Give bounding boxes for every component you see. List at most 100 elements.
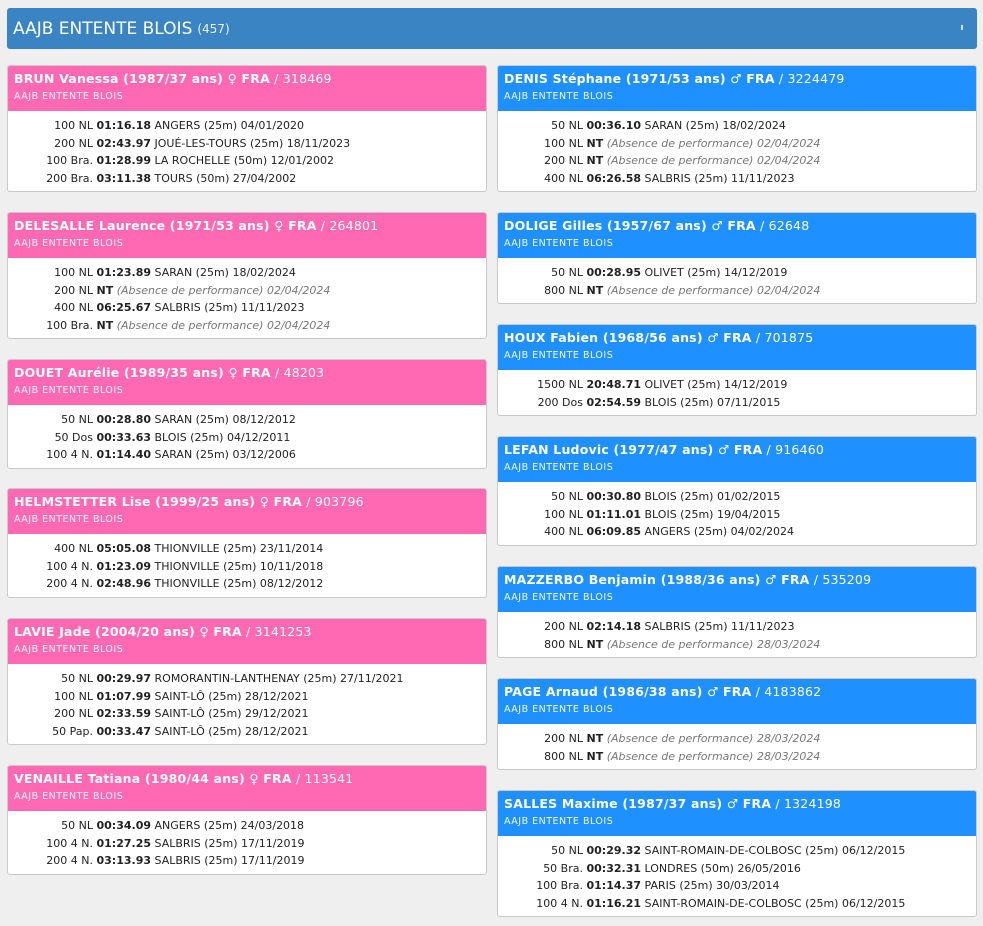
swimmer-name[interactable]: HELMSTETTER Lise (1999/25 ans) ♀ FRA — [14, 494, 302, 509]
event-time: NT — [586, 749, 604, 763]
event-name: 200 NL — [544, 732, 583, 745]
swimmer-club: AAJB ENTENTE BLOIS — [14, 644, 124, 655]
swimmer-name[interactable]: LAVIE Jade (2004/20 ans) ♀ FRA — [14, 624, 242, 639]
swimmer-name-line[interactable]: LAVIE Jade (2004/20 ans) ♀ FRA / 3141253 — [14, 624, 480, 639]
performance-row: 200 NL 02:43.97 JOUÉ-LES-TOURS (25m) 18/… — [8, 135, 486, 153]
swimmer-name[interactable]: LEFAN Ludovic (1977/47 ans) ♂ FRA — [504, 442, 762, 457]
license-number: 113541 — [304, 771, 354, 786]
absence-note: (Absence de performance) 02/04/2024 — [606, 154, 821, 167]
swimmer-club: AAJB ENTENTE BLOIS — [14, 514, 124, 525]
meet-info: SARAN (25m) 08/12/2012 — [154, 413, 296, 426]
meet-info: THIONVILLE (25m) 10/11/2018 — [154, 559, 324, 573]
swimmer-card: LEFAN Ludovic (1977/47 ans) ♂ FRA / 9164… — [497, 436, 977, 546]
meet-info: SARAN (25m) 18/02/2024 — [644, 119, 786, 132]
swimmer-card: MAZZERBO Benjamin (1988/36 ans) ♂ FRA / … — [497, 566, 977, 658]
swimmer-name[interactable]: SALLES Maxime (1987/37 ans) ♂ FRA — [504, 796, 771, 811]
absence-note: (Absence de performance) 02/04/2024 — [606, 136, 821, 150]
performance-row: 50 NL 00:29.32 SAINT-ROMAIN-DE-COLBOSC (… — [498, 842, 976, 860]
event-time: NT — [586, 283, 604, 297]
swimmer-name-line[interactable]: HELMSTETTER Lise (1999/25 ans) ♀ FRA / 9… — [14, 494, 480, 509]
event-time: 01:11.01 — [586, 507, 642, 521]
swimmer-name[interactable]: VENAILLE Tatiana (1980/44 ans) ♀ FRA — [14, 771, 292, 786]
swimmer-club: AAJB ENTENTE BLOIS — [504, 238, 614, 249]
swimmer-club: AAJB ENTENTE BLOIS — [14, 791, 124, 802]
event-name: 200 4 N. — [46, 854, 93, 867]
meet-info: ANGERS (25m) 04/02/2024 — [644, 525, 795, 538]
meet-info: BLOIS (25m) 04/12/2011 — [154, 430, 291, 444]
event-name: 100 NL — [544, 507, 583, 521]
event-time: NT — [96, 318, 114, 332]
swimmer-card: DENIS Stéphane (1971/53 ans) ♂ FRA / 322… — [497, 65, 977, 192]
swimmer-name[interactable]: DOUET Aurélie (1989/35 ans) ♀ FRA — [14, 365, 271, 380]
event-name: 50 NL — [61, 672, 93, 685]
name-separator: / — [755, 218, 769, 233]
meet-info: SAINT-LÔ (25m) 28/12/2021 — [154, 724, 309, 738]
license-number: 48203 — [283, 365, 325, 380]
event-name: 50 Bra. — [543, 861, 583, 875]
swimmer-card-header: HOUX Fabien (1968/56 ans) ♂ FRA / 701875… — [498, 325, 976, 370]
meet-info: JOUÉ-LES-TOURS (25m) 18/11/2023 — [154, 136, 351, 150]
event-name: 100 4 N. — [46, 836, 93, 850]
swimmer-name-line[interactable]: SALLES Maxime (1987/37 ans) ♂ FRA / 1324… — [504, 796, 970, 811]
performance-row: 100 4 N. 01:27.25 SALBRIS (25m) 17/11/20… — [8, 835, 486, 853]
event-name: 100 NL — [544, 136, 583, 150]
swimmer-name[interactable]: PAGE Arnaud (1986/38 ans) ♂ FRA — [504, 684, 751, 699]
performance-row: 200 NL NT (Absence de performance) 28/03… — [498, 730, 976, 748]
name-separator: / — [241, 624, 255, 639]
swimmer-count: (457) — [197, 21, 230, 36]
swimmer-club: AAJB ENTENTE BLOIS — [504, 462, 614, 473]
name-separator: / — [291, 771, 305, 786]
swimmer-card: SALLES Maxime (1987/37 ans) ♂ FRA / 1324… — [497, 790, 977, 917]
performance-list: 50 NL 00:34.09 ANGERS (25m) 24/03/2018 10… — [8, 811, 486, 874]
swimmer-name[interactable]: BRUN Vanessa (1987/37 ans) ♀ FRA — [14, 71, 270, 86]
swimmer-name-line[interactable]: DOLIGE Gilles (1957/67 ans) ♂ FRA / 6264… — [504, 218, 970, 233]
swimmer-name-line[interactable]: VENAILLE Tatiana (1980/44 ans) ♀ FRA / 1… — [14, 771, 480, 786]
swimmer-name[interactable]: HOUX Fabien (1968/56 ans) ♂ FRA — [504, 330, 752, 345]
meet-info: ROMORANTIN-LANTHENAY (25m) 27/11/2021 — [154, 672, 404, 685]
meet-info: BLOIS (25m) 01/02/2015 — [644, 490, 781, 503]
performance-list: 100 NL 01:16.18 ANGERS (25m) 04/01/2020 2… — [8, 111, 486, 191]
event-name: 800 NL — [544, 283, 583, 297]
event-time: 02:43.97 — [96, 136, 152, 150]
event-name: 100 Bra. — [46, 318, 93, 332]
swimmer-name-line[interactable]: HOUX Fabien (1968/56 ans) ♂ FRA / 701875 — [504, 330, 970, 345]
club-title: AAJB ENTENTE BLOIS — [13, 18, 193, 39]
event-name: 50 NL — [551, 119, 583, 132]
event-time: 01:14.40 — [96, 448, 152, 461]
swimmer-name[interactable]: DENIS Stéphane (1971/53 ans) ♂ FRA — [504, 71, 775, 86]
event-time: 00:28.80 — [96, 413, 152, 426]
event-name: 200 NL — [54, 136, 93, 150]
swimmer-name-line[interactable]: DENIS Stéphane (1971/53 ans) ♂ FRA / 322… — [504, 71, 970, 86]
swimmer-name-line[interactable]: LEFAN Ludovic (1977/47 ans) ♂ FRA / 9164… — [504, 442, 970, 457]
meet-info: BLOIS (25m) 19/04/2015 — [644, 507, 781, 521]
swimmer-name-line[interactable]: DELESALLE Laurence (1971/53 ans) ♀ FRA /… — [14, 218, 480, 233]
event-time: 00:32.31 — [586, 861, 642, 875]
name-separator: / — [270, 365, 284, 380]
swimmer-name[interactable]: MAZZERBO Benjamin (1988/36 ans) ♂ FRA — [504, 572, 810, 587]
swimmer-name[interactable]: DOLIGE Gilles (1957/67 ans) ♂ FRA — [504, 218, 756, 233]
event-time: 02:54.59 — [586, 395, 642, 409]
swimmer-name-line[interactable]: BRUN Vanessa (1987/37 ans) ♀ FRA / 31846… — [14, 71, 480, 86]
license-number: 3224479 — [787, 71, 845, 86]
name-separator: / — [751, 330, 765, 345]
event-name: 200 NL — [544, 620, 583, 633]
event-time: 00:30.80 — [586, 490, 642, 503]
performance-list: 100 NL 01:23.89 SARAN (25m) 18/02/2024 20… — [8, 258, 486, 338]
swimmer-card-header: DOUET Aurélie (1989/35 ans) ♀ FRA / 4820… — [8, 360, 486, 405]
meet-info: OLIVET (25m) 14/12/2019 — [644, 378, 788, 391]
club-header: AAJB ENTENTE BLOIS (457) — [7, 8, 977, 49]
license-number: 1324198 — [784, 796, 842, 811]
event-name: 200 NL — [54, 707, 93, 720]
meet-info: SAINT-ROMAIN-DE-COLBOSC (25m) 06/12/2015 — [644, 844, 906, 857]
swimmer-name-line[interactable]: PAGE Arnaud (1986/38 ans) ♂ FRA / 418386… — [504, 684, 970, 699]
event-time: 00:29.32 — [586, 844, 642, 857]
swimmer-name[interactable]: DELESALLE Laurence (1971/53 ans) ♀ FRA — [14, 218, 317, 233]
event-time: 02:48.96 — [96, 577, 152, 590]
swimmer-name-line[interactable]: DOUET Aurélie (1989/35 ans) ♀ FRA / 4820… — [14, 365, 480, 380]
event-name: 100 NL — [54, 266, 93, 279]
performance-row: 400 NL 06:25.67 SALBRIS (25m) 11/11/2023 — [8, 299, 486, 317]
swimmer-name-line[interactable]: MAZZERBO Benjamin (1988/36 ans) ♂ FRA / … — [504, 572, 970, 587]
meet-info: SAINT-LÔ (25m) 29/12/2021 — [154, 707, 309, 720]
name-separator: / — [762, 442, 776, 457]
name-separator: / — [316, 218, 330, 233]
